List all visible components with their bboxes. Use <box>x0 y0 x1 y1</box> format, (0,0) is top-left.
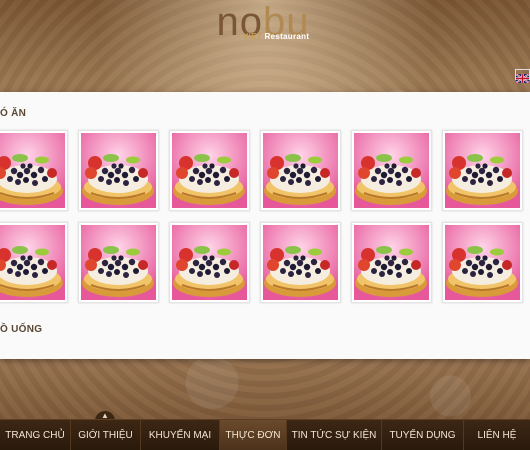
fruit-tart-photo <box>81 225 156 300</box>
fruit-tart-photo <box>354 133 429 208</box>
logo[interactable]: nobu VIET Restaurant <box>213 2 313 52</box>
nav-item-news-events[interactable]: TIN TỨC SỰ KIỆN <box>287 420 382 450</box>
fruit-tart-photo <box>81 133 156 208</box>
main-navigation: TRANG CHỦ GIỚI THIỆU KHUYẾN MẠI THỰC ĐƠN… <box>0 419 530 450</box>
nav-item-promotions[interactable]: KHUYẾN MẠI <box>141 420 220 450</box>
header: nobu VIET Restaurant <box>0 0 530 92</box>
fruit-tart-photo <box>0 225 65 300</box>
gallery-thumbnail[interactable] <box>78 222 159 303</box>
gallery-thumbnail[interactable] <box>442 222 523 303</box>
menu-gallery-panel: Ó ĂN Ồ UỐNG <box>0 92 530 359</box>
nav-item-contact[interactable]: LIÊN HỆ <box>464 420 530 450</box>
fruit-tart-photo <box>354 225 429 300</box>
nav-item-careers[interactable]: TUYỂN DỤNG <box>382 420 464 450</box>
logo-subtitle: VIET Restaurant <box>243 32 310 41</box>
gallery-thumbnail[interactable] <box>169 130 250 211</box>
uk-flag-icon[interactable] <box>515 69 530 84</box>
gallery-thumbnail[interactable] <box>442 130 523 211</box>
fruit-tart-photo <box>172 133 247 208</box>
gallery-thumbnail[interactable] <box>351 130 432 211</box>
footer-decoration <box>0 359 530 419</box>
fruit-tart-photo <box>445 133 520 208</box>
section-title-drinks: Ồ UỐNG <box>0 324 43 335</box>
gallery-thumbnail[interactable] <box>169 222 250 303</box>
fruit-tart-photo <box>263 225 338 300</box>
gallery-thumbnail[interactable] <box>78 130 159 211</box>
nav-item-about[interactable]: GIỚI THIỆU <box>71 420 141 450</box>
fruit-tart-photo <box>263 133 338 208</box>
gallery-thumbnail[interactable] <box>351 222 432 303</box>
fruit-tart-photo <box>0 133 65 208</box>
nav-item-menu[interactable]: THỰC ĐƠN <box>220 420 287 450</box>
fruit-tart-photo <box>445 225 520 300</box>
gallery-thumbnail[interactable] <box>0 130 68 211</box>
nav-item-home[interactable]: TRANG CHỦ <box>0 420 71 450</box>
gallery-thumbnail[interactable] <box>0 222 68 303</box>
gallery-thumbnail[interactable] <box>260 222 341 303</box>
gallery-thumbnail[interactable] <box>260 130 341 211</box>
section-title-food: Ó ĂN <box>0 108 27 119</box>
fruit-tart-photo <box>172 225 247 300</box>
